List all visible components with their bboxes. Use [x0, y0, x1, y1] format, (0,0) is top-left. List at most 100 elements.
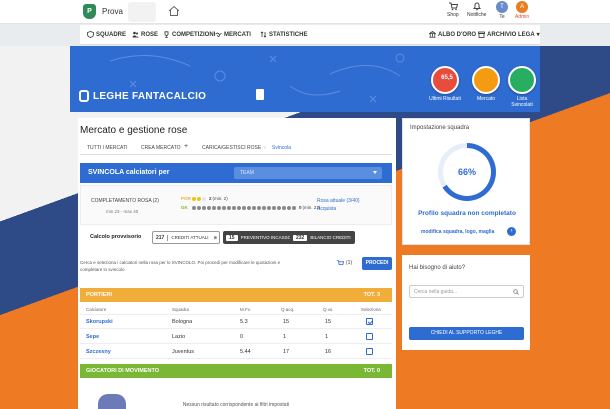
profile-status: Profilo squadra non completato — [418, 210, 516, 217]
row-name[interactable]: Sepe — [86, 334, 99, 340]
chevron-down-icon: ▾ — [536, 32, 540, 38]
nav-competizioni-label: COMPETIZIONI — [172, 31, 216, 38]
row-name[interactable]: Szczesny — [86, 349, 111, 355]
portieri-header[interactable]: PORTIERI TOT. 3 — [80, 288, 392, 302]
calcolo-row: Calcolo provvisorio 217 CREDITI ATTUALI ⊗ … — [80, 231, 392, 245]
nav-albo[interactable]: ALBO D'ORO — [429, 31, 476, 38]
ultimi-risultati-label[interactable]: Ultimi Risultati — [429, 96, 461, 102]
banner: LEGHE FANTACALCIO Ultimi Risultati Merca… — [70, 46, 540, 112]
user-menu[interactable]: T Te — [496, 1, 508, 20]
select-checkbox[interactable] — [366, 318, 373, 325]
shop-button[interactable]: Shop — [447, 1, 459, 18]
col-squadra: Squadra — [172, 307, 190, 312]
top-bar: P Prova Shop Notifiche T Te A Admin — [0, 0, 610, 24]
row-mfv: 5.44 — [240, 349, 251, 355]
bank-icon — [429, 31, 436, 38]
home-icon[interactable] — [168, 5, 180, 17]
cart-count: (1) — [346, 260, 353, 266]
serie-a-icon — [256, 89, 264, 100]
tab-crea-mercato[interactable]: CREA MERCATO — [141, 145, 181, 151]
lista-svincolati-label[interactable]: Lista Svincolati — [506, 96, 538, 108]
select-checkbox[interactable] — [366, 348, 373, 355]
portieri-tot: TOT. 3 — [363, 292, 380, 298]
svincola-title: SVINCOLA calciatori per — [88, 169, 170, 176]
lista-svincolati-badge[interactable] — [508, 66, 536, 94]
preventivo-pill: 15 PREVENTIVO INCASSO — [223, 231, 296, 244]
nav-archivio[interactable]: ARCHIVIO LEGA ▾ — [478, 31, 540, 38]
row-qacq: 15 — [283, 319, 290, 325]
nav-squadre[interactable]: SQUADRE — [87, 31, 126, 38]
preventivo-label: PREVENTIVO INCASSO — [240, 235, 292, 240]
help-search-placeholder: Cerca nella guida... — [414, 289, 458, 295]
cart-counter[interactable]: (1) — [336, 259, 352, 267]
mercato-badge[interactable] — [472, 66, 500, 94]
completamento-box: COMPLETAMENTO ROSA (2) min 23 - max 40 P… — [80, 185, 392, 225]
chiedi-supporto-button[interactable]: CHIEDI AL SUPPORTO LEGHE — [409, 327, 524, 340]
tab-carica-rose[interactable]: CARICA/GESTISCI ROSE — [202, 145, 261, 151]
row-team: Lazio — [172, 334, 186, 340]
tab-tutti-mercati[interactable]: TUTTI I MERCATI — [87, 145, 127, 151]
col-calciatore: Calciatore — [86, 307, 107, 312]
procedi-button[interactable]: PROCEDI — [362, 257, 392, 270]
table-row[interactable]: Sepe Lazio 0 1 1 — [80, 330, 392, 344]
nav-rose-label: ROSE — [141, 31, 159, 38]
league-switch-area[interactable] — [128, 2, 156, 22]
progress-percent: 66% — [443, 148, 491, 196]
col-qvs: Q.vs. — [323, 307, 334, 312]
row-mfv: 5.3 — [240, 319, 248, 325]
sort-icon — [260, 31, 267, 38]
team-select[interactable]: TEAM — [234, 167, 382, 179]
calcolo-label: Calcolo provvisorio — [90, 234, 142, 240]
trophy-icon — [164, 31, 169, 38]
league-logo[interactable]: P — [83, 4, 96, 19]
market-tabs: TUTTI I MERCATI CREA MERCATO + CARICA/GE… — [80, 141, 392, 155]
nav-statistiche[interactable]: STATISTICHE — [260, 31, 307, 38]
row-name[interactable]: Skorupski — [86, 319, 113, 325]
bell-icon — [472, 2, 481, 11]
plus-icon[interactable]: + — [184, 143, 188, 150]
plus-circle-icon[interactable]: › — [507, 227, 516, 236]
mercato-label[interactable]: Mercato — [470, 96, 502, 102]
row-team: Juventus — [172, 349, 195, 355]
select-checkbox[interactable] — [366, 333, 373, 340]
nav-mercati-label: MERCATI — [224, 31, 251, 38]
acquista-link[interactable]: Acquista — [317, 205, 360, 213]
info-text: Cerca e seleziona i calciatori nella ros… — [80, 260, 281, 272]
help-search-input[interactable]: Cerca nella guida... — [409, 285, 524, 298]
league-name[interactable]: Prova — [102, 7, 123, 16]
close-circle-icon: ⊗ — [213, 234, 218, 240]
gk-label: GK — [181, 205, 188, 210]
notifications-button[interactable]: Notifiche — [467, 1, 486, 18]
nav-competizioni[interactable]: COMPETIZIONI — [163, 31, 215, 38]
movimento-tot: TOT. 0 — [363, 368, 380, 374]
shield-icon — [87, 31, 94, 38]
sidebar: Impostazione squadra 66% Profilo squadra… — [402, 118, 530, 409]
brand-name: LEGHE FANTACALCIO — [93, 90, 207, 102]
gk-row: GK 0 (min. 21) — [181, 205, 320, 210]
row-qvs: 16 — [325, 349, 332, 355]
nav-rose[interactable]: ROSE — [132, 31, 158, 38]
admin-label: Admin — [515, 14, 530, 20]
ultimi-risultati-value: 65,5 — [441, 75, 453, 81]
row-qacq: 1 — [283, 334, 287, 340]
col-seleziona: Seleziona — [361, 307, 381, 312]
rosa-attuale-link[interactable]: Rosa attuale (3/40) — [317, 197, 360, 205]
help-card: Hai bisogno di aiuto? Cerca nella guida.… — [402, 255, 530, 350]
nav-mercati[interactable]: MERCATI — [215, 31, 251, 38]
row-qvs: 15 — [325, 319, 332, 325]
tab-svincola[interactable]: Svincola — [272, 145, 291, 151]
por-min: (min. 2) — [212, 196, 228, 201]
modifica-squadra-link[interactable]: modifica squadra, logo, maglia — [421, 229, 494, 235]
table-row[interactable]: Skorupski Bologna 5.3 15 15 — [80, 315, 392, 329]
shop-label: Shop — [447, 12, 459, 18]
crediti-attuali-value: 217 — [153, 234, 169, 241]
impostazione-title: Impostazione squadra — [410, 125, 470, 131]
admin-menu[interactable]: A Admin — [515, 1, 529, 20]
row-mfv: 0 — [240, 334, 244, 340]
team-select-value: TEAM — [240, 170, 254, 176]
table-row[interactable]: Szczesny Juventus 5.44 17 16 — [80, 345, 392, 359]
movimento-header[interactable]: GIOCATORI DI MOVIMENTO TOT. 0 — [80, 364, 392, 378]
nav-archivio-label: ARCHIVIO LEGA — [487, 31, 535, 38]
empty-message: Nessun risultato corrispondente ai filtr… — [182, 402, 290, 408]
bilancio-value: 232 — [293, 234, 308, 241]
